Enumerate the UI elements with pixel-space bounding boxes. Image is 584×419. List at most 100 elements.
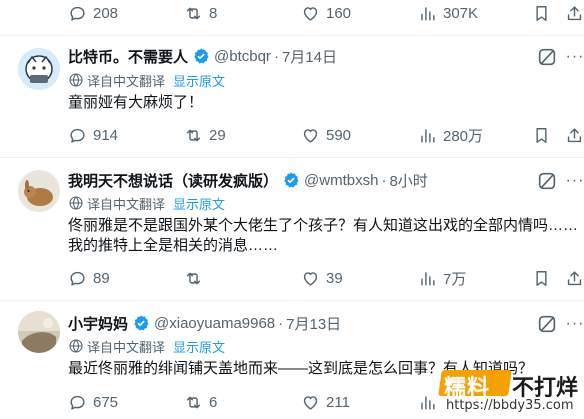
views-button[interactable]: 307K	[418, 0, 478, 26]
reply-button[interactable]: 208	[68, 0, 118, 26]
share-icon	[565, 126, 584, 145]
share-icon	[565, 269, 584, 288]
tweet[interactable]: 我明天不想说话（读研发疯版） @wmtbxsh · 8小时 ··· 译自中文翻译…	[0, 158, 584, 300]
avatar[interactable]	[18, 311, 60, 353]
show-original-link[interactable]: 显示原文	[173, 71, 225, 90]
reply-count: 208	[93, 4, 119, 22]
like-count: 39	[326, 269, 343, 287]
globe-icon	[68, 72, 84, 88]
repost-icon	[184, 4, 203, 23]
repost-icon	[184, 393, 203, 412]
top-tweet-action-bar: 208 8 160 307K	[0, 0, 584, 26]
globe-icon	[68, 195, 84, 211]
tweet-header: 比特币。不需要人 @btcbqr · 7月14日	[68, 45, 337, 67]
grok-button[interactable]	[536, 46, 558, 68]
views-button[interactable]: 280万	[418, 122, 483, 148]
grok-icon	[536, 46, 558, 68]
verified-badge-icon	[132, 314, 150, 332]
views-icon	[418, 393, 437, 412]
like-count: 211	[326, 393, 350, 411]
bookmark-button[interactable]	[532, 0, 551, 26]
grok-button[interactable]	[536, 170, 558, 192]
views-icon	[418, 4, 437, 23]
translated-label: 译自中文翻译	[87, 339, 166, 355]
reply-button[interactable]: 914	[68, 122, 118, 148]
like-icon	[301, 126, 320, 145]
grok-icon	[536, 313, 558, 335]
like-count: 590	[326, 126, 352, 144]
grok-button[interactable]	[536, 313, 558, 335]
tweet-text: 佟丽雅是不是跟国外某个大佬生了个孩子？有人知道这出戏的全部内情吗……我的推特上全…	[68, 217, 579, 254]
display-name[interactable]: 小宇妈妈	[68, 313, 128, 334]
more-options-button[interactable]: ···	[566, 313, 584, 335]
reply-icon	[68, 269, 87, 288]
display-name[interactable]: 我明天不想说话（读研发疯版）	[68, 170, 278, 191]
views-icon	[418, 126, 437, 145]
display-name[interactable]: 比特币。不需要人	[68, 46, 188, 67]
tweet[interactable]: 比特币。不需要人 @btcbqr · 7月14日 ··· 译自中文翻译 显示原文…	[0, 36, 584, 157]
repost-icon	[184, 269, 203, 288]
repost-count: 8	[209, 4, 218, 22]
watermark-url: https://bbdy35.com	[446, 398, 574, 413]
separator-dot: ·	[273, 47, 279, 65]
user-handle[interactable]: @xiaoyuama9968	[154, 315, 275, 332]
like-button[interactable]: 160	[301, 0, 351, 26]
repost-button[interactable]	[184, 265, 209, 291]
share-button[interactable]	[565, 0, 584, 26]
share-button[interactable]	[565, 265, 584, 291]
site-watermark: 糯料 不打烊 https://bbdy35.com	[438, 368, 584, 419]
timestamp[interactable]: 7月13日	[286, 313, 341, 334]
views-icon	[418, 269, 437, 288]
translated-label: 译自中文翻译	[87, 196, 166, 212]
like-button[interactable]: 39	[301, 265, 343, 291]
views-count: 307K	[443, 4, 479, 22]
reply-count: 914	[93, 126, 119, 144]
user-handle[interactable]: @wmtbxsh	[304, 172, 378, 189]
verified-badge-icon	[282, 171, 300, 189]
verified-badge-icon	[192, 47, 210, 65]
reply-button[interactable]: 675	[68, 389, 118, 415]
more-options-button[interactable]: ···	[566, 46, 584, 68]
share-button[interactable]	[565, 122, 584, 148]
repost-icon	[184, 126, 203, 145]
user-handle[interactable]: @btcbqr	[214, 48, 271, 65]
like-icon	[301, 393, 320, 412]
repost-button[interactable]: 6	[184, 389, 217, 415]
tweet-text: 童丽娅有大麻烦了！	[68, 94, 204, 111]
reply-button[interactable]: 89	[68, 265, 110, 291]
bookmark-icon	[532, 269, 551, 288]
timestamp[interactable]: 8小时	[389, 170, 427, 191]
bookmark-button[interactable]	[532, 122, 551, 148]
globe-icon	[68, 338, 84, 354]
repost-count: 6	[209, 393, 218, 411]
reply-icon	[68, 4, 87, 23]
repost-button[interactable]: 29	[184, 122, 226, 148]
views-button[interactable]: 7万	[418, 265, 466, 291]
like-icon	[301, 269, 320, 288]
tweet-action-bar: 89 39 7万	[0, 265, 584, 291]
views-count: 280万	[443, 127, 484, 145]
like-button[interactable]: 590	[301, 122, 351, 148]
bookmark-icon	[532, 126, 551, 145]
show-original-link[interactable]: 显示原文	[173, 337, 225, 356]
translation-notice: 译自中文翻译 显示原文	[68, 336, 225, 356]
grok-icon	[536, 170, 558, 192]
share-icon	[565, 4, 584, 23]
bookmark-icon	[532, 4, 551, 23]
tweet-header: 小宇妈妈 @xiaoyuama9968 · 7月13日	[68, 312, 341, 334]
separator-dot: ·	[381, 171, 387, 189]
tweet-action-bar: 914 29 590 280万	[0, 122, 584, 148]
bookmark-button[interactable]	[532, 265, 551, 291]
repost-button[interactable]: 8	[184, 0, 217, 26]
more-options-button[interactable]: ···	[566, 170, 584, 192]
reply-count: 675	[93, 393, 119, 411]
avatar[interactable]	[18, 48, 60, 90]
timestamp[interactable]: 7月14日	[282, 46, 337, 67]
rabbit-avatar-image	[18, 170, 60, 212]
show-original-link[interactable]: 显示原文	[173, 194, 225, 213]
like-button[interactable]: 211	[301, 389, 350, 415]
like-count: 160	[326, 4, 352, 22]
translation-notice: 译自中文翻译 显示原文	[68, 193, 225, 213]
cat-avatar-image	[18, 48, 60, 90]
avatar[interactable]	[18, 170, 60, 212]
